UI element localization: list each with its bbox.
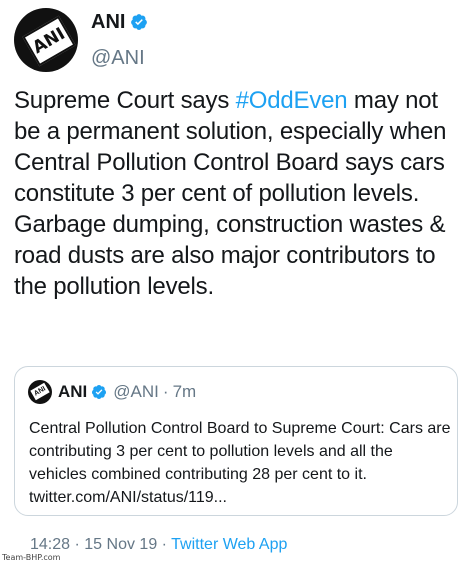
author-names: ANI @ANI xyxy=(91,8,148,70)
tweet-source-link[interactable]: Twitter Web App xyxy=(171,536,287,553)
display-name-row: ANI xyxy=(91,8,148,36)
ani-logo-icon: ANI xyxy=(22,15,76,67)
author-avatar[interactable]: ANI xyxy=(14,8,78,72)
watermark: Team-BHP.com xyxy=(2,553,61,562)
tweet-header: ANI ANI @ANI xyxy=(14,8,460,74)
footer-separator: · xyxy=(161,536,167,553)
quoted-tweet-text: Central Pollution Control Board to Supre… xyxy=(29,420,451,506)
tweet-date[interactable]: 15 Nov 19 xyxy=(84,536,157,553)
quoted-verified-badge-icon xyxy=(92,385,107,399)
tweet-text-prefix: Supreme Court says xyxy=(14,87,236,114)
quoted-author-handle: @ANI xyxy=(113,382,159,401)
quoted-tweet-header: ANI ANI @ANI · 7m xyxy=(28,380,196,404)
tweet-text-suffix: may not be a permanent solution, especia… xyxy=(14,87,447,300)
tweet-time[interactable]: 14:28 xyxy=(30,536,70,553)
verified-badge-icon xyxy=(131,14,148,30)
hashtag-link[interactable]: #OddEven xyxy=(236,87,348,114)
tweet-footer: 14:28 · 15 Nov 19 · Twitter Web App xyxy=(30,536,287,554)
footer-separator: · xyxy=(74,536,80,553)
author-handle[interactable]: @ANI xyxy=(91,47,148,70)
quoted-separator: · xyxy=(162,382,169,401)
quoted-author-name: ANI xyxy=(58,382,88,401)
quoted-author-avatar: ANI xyxy=(28,380,52,404)
author-display-name[interactable]: ANI xyxy=(91,11,125,34)
tweet-text: Supreme Court says #OddEven may not be a… xyxy=(14,85,464,302)
quoted-tweet-card[interactable]: ANI ANI @ANI · 7m Central Pollution Cont… xyxy=(14,366,458,516)
quoted-time-ago: 7m xyxy=(172,382,197,401)
quoted-ani-logo-icon: ANI xyxy=(30,382,50,401)
